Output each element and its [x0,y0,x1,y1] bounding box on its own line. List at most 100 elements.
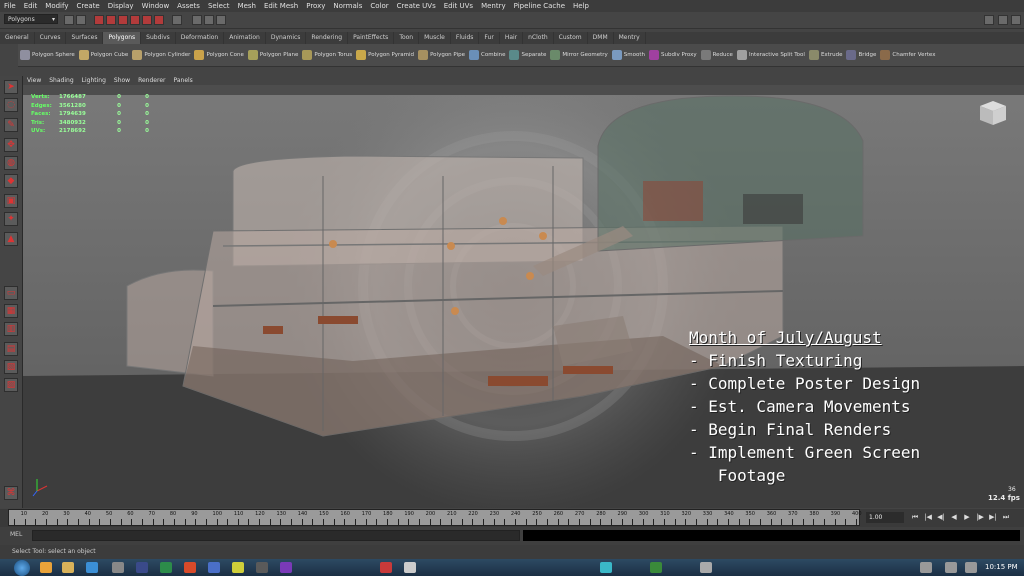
chrome-taskbar-icon[interactable] [40,562,52,573]
menu-window[interactable]: Window [138,2,174,10]
tab-hair[interactable]: Hair [500,32,524,44]
menu-file[interactable]: File [0,2,20,10]
tab-painteffects[interactable]: PaintEffects [348,32,395,44]
tab-dynamics[interactable]: Dynamics [266,32,307,44]
menu-mentry[interactable]: Mentry [477,2,510,10]
app8-taskbar-icon[interactable] [404,562,416,573]
tab-ncloth[interactable]: nCloth [523,32,554,44]
tray-network-icon[interactable] [920,562,932,573]
shelf-tool-polygon-torus[interactable]: Polygon Torus [300,50,354,60]
current-frame-field[interactable]: 1.00 [866,512,904,523]
snap-curve-icon[interactable] [142,15,152,25]
last-tool-icon[interactable]: ✦ [4,212,18,226]
tab-surfaces[interactable]: Surfaces [66,32,104,44]
menu-proxy[interactable]: Proxy [302,2,329,10]
explorer-taskbar-icon[interactable] [62,562,74,573]
menu-assets[interactable]: Assets [173,2,204,10]
app10-taskbar-icon[interactable] [650,562,662,573]
shelf-tool-mirror-geometry[interactable]: Mirror Geometry [548,50,609,60]
app4-taskbar-icon[interactable] [232,562,244,573]
file-open-icon[interactable] [76,15,86,25]
play-backward-button[interactable]: ◀ [949,512,959,523]
panel-menu-panels[interactable]: Panels [169,76,196,85]
shelf-tool-combine[interactable]: Combine [467,50,507,60]
app-taskbar-icon[interactable] [160,562,172,573]
media-taskbar-icon[interactable] [136,562,148,573]
tab-animation[interactable]: Animation [224,32,266,44]
two-pane-layout-icon[interactable]: ▥ [4,322,18,336]
shelf-tool-polygon-plane[interactable]: Polygon Plane [246,50,300,60]
manipulator-tool-icon[interactable]: ▣ [4,194,18,208]
select-component-icon[interactable] [118,15,128,25]
app6-taskbar-icon[interactable] [280,562,292,573]
panel-menu-shading[interactable]: Shading [45,76,77,85]
maya-taskbar-icon[interactable] [112,562,124,573]
select-hierarchy-icon[interactable] [94,15,104,25]
menu-help[interactable]: Help [569,2,593,10]
tab-custom[interactable]: Custom [554,32,588,44]
app3-taskbar-icon[interactable] [208,562,220,573]
render-icon[interactable] [172,15,182,25]
shelf-tool-polygon-cylinder[interactable]: Polygon Cylinder [130,50,192,60]
tab-dmm[interactable]: DMM [588,32,614,44]
menu-create-uvs[interactable]: Create UVs [393,2,440,10]
step-forward-key-button[interactable]: ▶| [988,512,998,523]
app11-taskbar-icon[interactable] [700,562,712,573]
shelf-tool-subdiv-proxy[interactable]: Subdiv Proxy [647,50,699,60]
menu-mesh[interactable]: Mesh [234,2,260,10]
shelf-tool-interactive-split-tool[interactable]: Interactive Split Tool [735,50,807,60]
menu-color[interactable]: Color [366,2,392,10]
script-editor-icon[interactable]: ⌘ [4,486,18,500]
command-input[interactable] [32,530,520,541]
tab-fur[interactable]: Fur [479,32,500,44]
panel-menu-renderer[interactable]: Renderer [134,76,169,85]
start-button-icon[interactable] [14,560,30,576]
hypershade-layout-icon[interactable]: ▨ [4,378,18,392]
tab-deformation[interactable]: Deformation [176,32,225,44]
soft-mod-icon[interactable]: ▲ [4,232,18,246]
panel-menu-show[interactable]: Show [110,76,134,85]
rotate-tool-icon[interactable]: ◍ [4,156,18,170]
tab-rendering[interactable]: Rendering [306,32,349,44]
app7-taskbar-icon[interactable] [380,562,392,573]
hypershade-icon[interactable] [216,15,226,25]
tab-mentry[interactable]: Mentry [614,32,646,44]
tab-general[interactable]: General [0,32,35,44]
step-back-frame-button[interactable]: ◀| [936,512,946,523]
shelf-tool-separate[interactable]: Separate [507,50,548,60]
scale-tool-icon[interactable]: ◆ [4,174,18,188]
panel-menu-lighting[interactable]: Lighting [78,76,110,85]
tab-muscle[interactable]: Muscle [419,32,451,44]
tray-volume-icon[interactable] [945,562,957,573]
viewcube[interactable] [978,98,1008,128]
tool-settings-icon[interactable] [1011,15,1021,25]
mel-label[interactable]: MEL [10,531,22,538]
tab-fluids[interactable]: Fluids [451,32,480,44]
menu-normals[interactable]: Normals [329,2,366,10]
file-new-icon[interactable] [64,15,74,25]
ie-taskbar-icon[interactable] [86,562,98,573]
menu-edit[interactable]: Edit [20,2,42,10]
select-tool-icon[interactable]: ➤ [4,80,18,94]
shelf-tool-polygon-pipe[interactable]: Polygon Pipe [416,50,467,60]
menu-display[interactable]: Display [104,2,138,10]
select-object-icon[interactable] [106,15,116,25]
step-back-key-button[interactable]: |◀ [923,512,933,523]
attribute-editor-icon[interactable] [984,15,994,25]
menu-edit-uvs[interactable]: Edit UVs [440,2,477,10]
panel-menu-view[interactable]: View [23,76,45,85]
shelf-tool-polygon-pyramid[interactable]: Polygon Pyramid [354,50,416,60]
step-forward-frame-button[interactable]: |▶ [975,512,985,523]
outliner-layout-icon[interactable]: ▤ [4,342,18,356]
shelf-tool-chamfer-vertex[interactable]: Chamfer Vertex [878,50,937,60]
graph-editor-layout-icon[interactable]: ▧ [4,360,18,374]
shelf-tool-bridge[interactable]: Bridge [844,50,878,60]
shelf-tool-extrude[interactable]: Extrude [807,50,845,60]
mode-selector[interactable]: Polygons [4,14,58,25]
menu-pipeline-cache[interactable]: Pipeline Cache [510,2,569,10]
tab-curves[interactable]: Curves [35,32,67,44]
move-tool-icon[interactable]: ✥ [4,138,18,152]
perspective-viewport[interactable]: View Shading Lighting Show Renderer Panels Ve… [23,76,1024,508]
play-forward-button[interactable]: ▶ [962,512,972,523]
app2-taskbar-icon[interactable] [184,562,196,573]
